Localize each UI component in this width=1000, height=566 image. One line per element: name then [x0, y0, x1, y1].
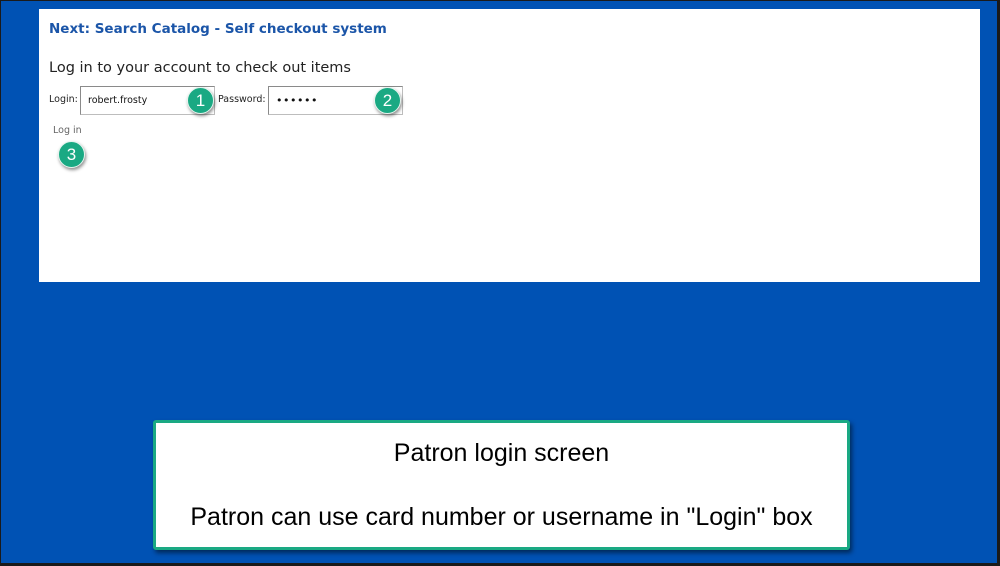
self-checkout-panel: Next: Search Catalog - Self checkout sys…: [39, 9, 980, 282]
login-heading: Log in to your account to check out item…: [49, 60, 351, 76]
step-2-badge: 2: [374, 87, 401, 114]
app-title: Next: Search Catalog - Self checkout sys…: [49, 21, 387, 37]
caption-body: Patron can use card number or username i…: [190, 503, 813, 531]
screenshot-frame: Next: Search Catalog - Self checkout sys…: [0, 0, 1000, 566]
caption-box: Patron login screen Patron can use card …: [153, 420, 850, 550]
step-3-badge: 3: [58, 141, 85, 168]
caption-title: Patron login screen: [393, 439, 610, 467]
password-label: Password:: [218, 94, 266, 105]
login-label: Login:: [49, 94, 78, 105]
log-in-button[interactable]: Log in: [53, 125, 82, 136]
step-1-badge: 1: [187, 87, 214, 114]
